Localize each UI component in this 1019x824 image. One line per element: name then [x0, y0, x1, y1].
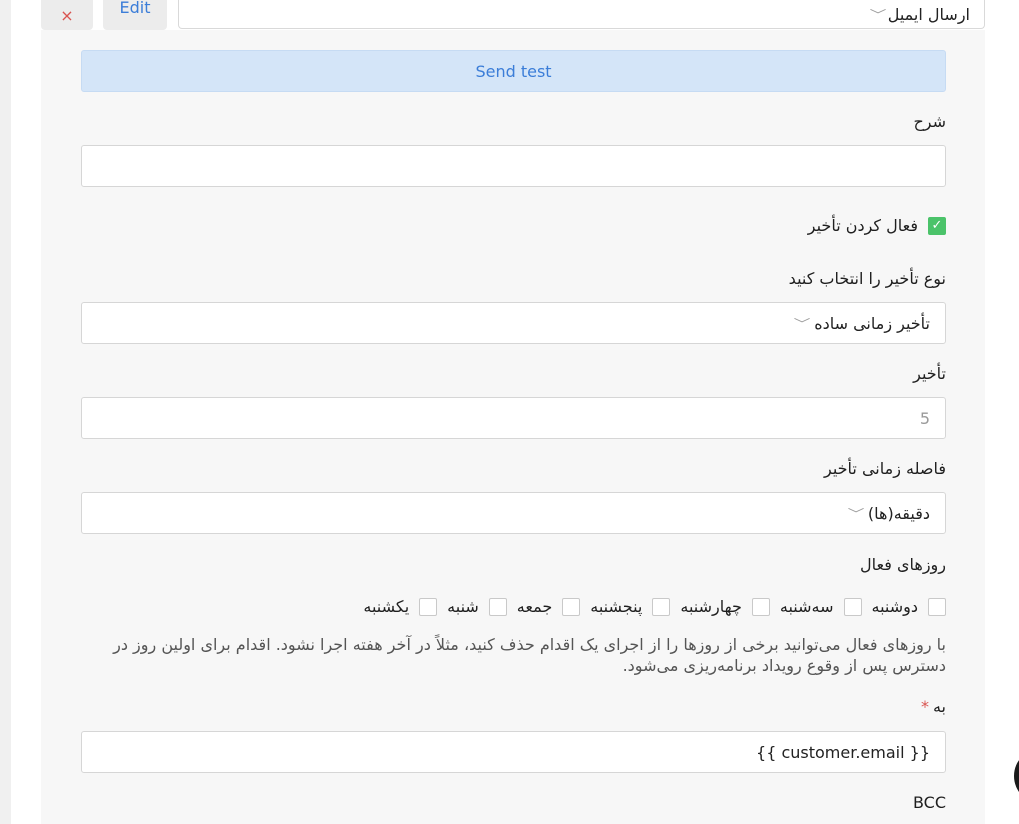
active-days-label: روزهای فعال: [860, 555, 946, 574]
chevron-down-icon: ﹀: [869, 7, 887, 22]
description-input[interactable]: [81, 145, 946, 187]
delay-label: تأخیر: [913, 364, 946, 383]
day-monday[interactable]: دوشنبه: [871, 597, 946, 616]
delay-type-value: تأخیر زمانی ساده: [814, 313, 930, 333]
send-test-label: Send test: [475, 61, 552, 81]
chevron-down-icon: ﹀: [793, 316, 811, 331]
action-type-select[interactable]: ارسال ایمیل ﹀: [178, 0, 985, 29]
chevron-down-icon: ﹀: [847, 506, 865, 521]
page-left-edge: [0, 0, 11, 824]
description-label: شرح: [913, 112, 946, 131]
day-checkbox[interactable]: [419, 597, 438, 616]
to-label: به*: [921, 697, 946, 716]
edit-action-button[interactable]: Edit: [103, 0, 167, 30]
to-value: {{ customer.email }}: [756, 742, 930, 762]
day-saturday[interactable]: شنبه: [447, 597, 507, 616]
active-days-group: دوشنبه سه‌شنبه چهارشنبه پنجشنبه جمعه شنب…: [353, 597, 946, 616]
delay-interval-select[interactable]: دقیقه(ها) ﹀: [81, 492, 946, 534]
day-wednesday[interactable]: چهارشنبه: [680, 597, 770, 616]
day-checkbox[interactable]: [843, 597, 862, 616]
delay-input[interactable]: 5: [81, 397, 946, 439]
remove-action-button[interactable]: ×: [41, 0, 93, 30]
delay-enabled-label: فعال کردن تأخیر: [807, 216, 918, 235]
delay-enabled-checkbox[interactable]: ✓: [928, 216, 946, 235]
close-icon: ×: [60, 5, 74, 25]
day-label: جمعه: [516, 597, 553, 616]
day-sunday[interactable]: یکشنبه: [363, 597, 438, 616]
day-label: سه‌شنبه: [779, 597, 834, 616]
day-checkbox[interactable]: [488, 597, 507, 616]
day-label: یکشنبه: [363, 597, 410, 616]
day-checkbox[interactable]: [562, 597, 581, 616]
delay-interval-value: دقیقه(ها): [867, 503, 930, 523]
delay-type-select[interactable]: تأخیر زمانی ساده ﹀: [81, 302, 946, 344]
required-mark: *: [920, 697, 929, 716]
day-thursday[interactable]: پنجشنبه: [590, 597, 671, 616]
send-test-button[interactable]: Send test: [81, 50, 946, 92]
delay-enabled-toggle[interactable]: ✓ فعال کردن تأخیر: [808, 216, 946, 235]
to-label-text: به: [932, 697, 946, 716]
action-type-value: ارسال ایمیل: [887, 4, 970, 24]
day-label: چهارشنبه: [680, 597, 742, 616]
bcc-label: BCC: [912, 793, 946, 812]
day-tuesday[interactable]: سه‌شنبه: [780, 597, 862, 616]
active-days-help: با روزهای فعال می‌توانید برخی از روزها ر…: [113, 635, 946, 675]
day-label: شنبه: [447, 597, 479, 616]
delay-type-label: نوع تأخیر را انتخاب کنید: [788, 269, 946, 288]
day-label: پنجشنبه: [590, 597, 643, 616]
delay-placeholder: 5: [919, 408, 930, 428]
day-checkbox[interactable]: [928, 597, 946, 616]
delay-interval-label: فاصله زمانی تأخیر: [824, 459, 946, 478]
day-label: دوشنبه: [871, 597, 919, 616]
day-checkbox[interactable]: [652, 597, 671, 616]
to-input[interactable]: {{ customer.email }}: [81, 731, 946, 773]
edit-label: Edit: [119, 0, 151, 17]
day-friday[interactable]: جمعه: [516, 597, 581, 616]
day-checkbox[interactable]: [751, 597, 770, 616]
